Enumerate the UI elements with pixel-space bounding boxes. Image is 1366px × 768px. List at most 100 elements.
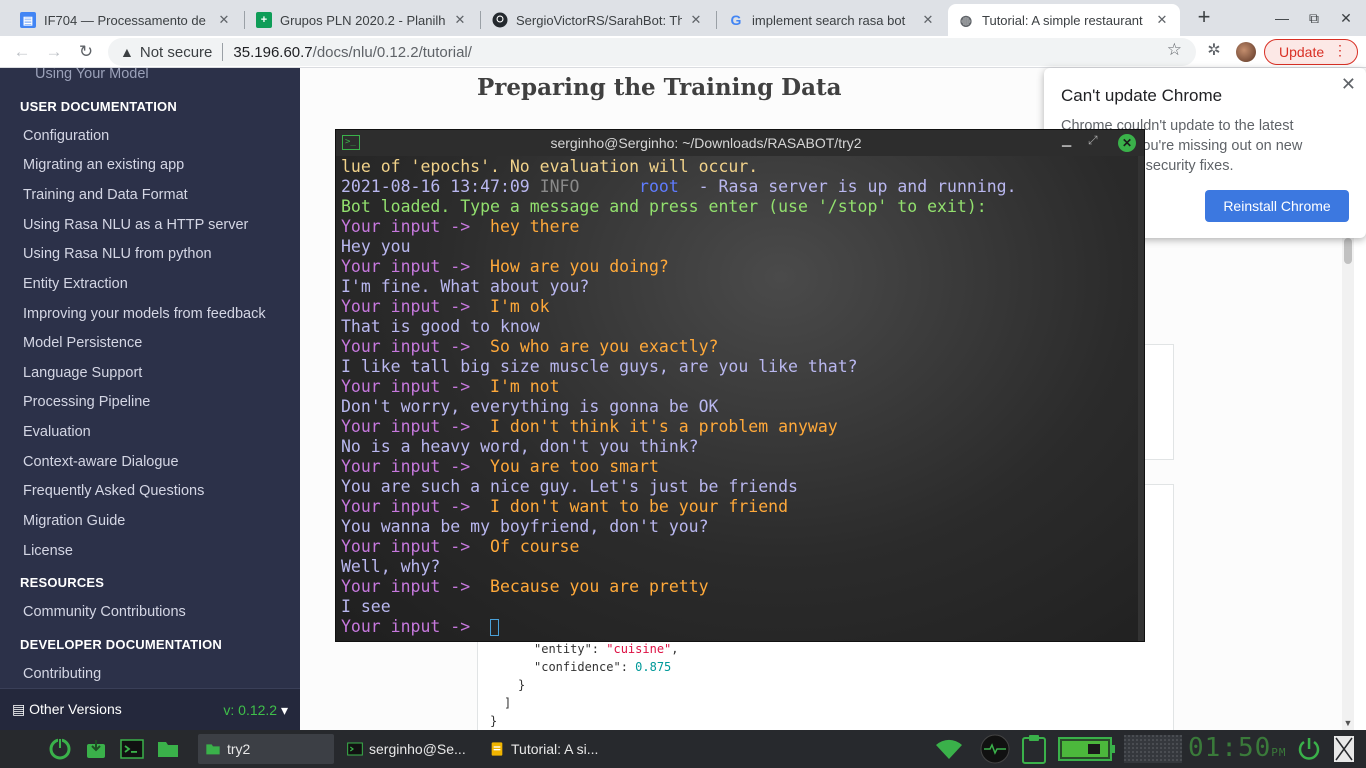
terminal-launcher-icon[interactable] (120, 737, 144, 761)
update-label: Update (1279, 44, 1325, 60)
bookmark-star-icon[interactable]: ☆ (1167, 40, 1182, 60)
taskbar-task-terminal[interactable]: serginho@Se... (340, 734, 476, 764)
user-message: You are too smart (490, 457, 659, 476)
terminal-user-line: Your input -> I don't want to be your fr… (341, 497, 788, 516)
sidebar-item-language-support[interactable]: Language Support (23, 365, 142, 381)
user-message: I don't think it's a problem anyway (490, 417, 838, 436)
sidebar-item-context-aware-dialogue[interactable]: Context-aware Dialogue (23, 454, 179, 470)
browser-tab-5-active[interactable]: ◍ Tutorial: A simple restaurant ✕ (948, 4, 1180, 36)
terminal-maximize-button[interactable]: ⤢ (1088, 133, 1098, 148)
browser-tab-2[interactable]: + Grupos PLN 2020.2 - Planilha ✕ (246, 4, 478, 36)
sidebar-item-processing-pipeline[interactable]: Processing Pipeline (23, 394, 150, 410)
prompt: Your input -> (341, 417, 471, 436)
window-close-button[interactable]: ✕ (1334, 6, 1358, 30)
task-label: try2 (227, 741, 251, 757)
minimize-button[interactable]: — (1270, 6, 1294, 30)
terminal-close-button[interactable]: ✕ (1118, 134, 1136, 152)
sidebar-item-using-your-model[interactable]: Using Your Model (35, 68, 149, 82)
app-menu-icon[interactable] (48, 737, 72, 761)
sidebar-item-contributing[interactable]: Contributing (23, 666, 101, 682)
sidebar-item-feedback[interactable]: Improving your models from feedback (23, 306, 266, 322)
terminal-bot-line: Hey you (341, 237, 411, 256)
power-icon[interactable] (1296, 736, 1322, 762)
terminal-bot-line: Don't worry, everything is gonna be OK (341, 397, 719, 416)
address-bar[interactable]: ▲ Not secure 35.196.60.7/docs/nlu/0.12.2… (108, 38, 1196, 66)
prompt: Your input -> (341, 537, 471, 556)
sidebar-item-migration-guide[interactable]: Migration Guide (23, 513, 125, 529)
scrollbar-thumb[interactable] (1344, 238, 1352, 264)
close-icon[interactable]: ✕ (452, 12, 468, 28)
popup-close-icon[interactable]: ✕ (1341, 74, 1356, 95)
url-path[interactable]: /docs/nlu/0.12.2/tutorial/ (313, 44, 472, 61)
forward-button[interactable]: → (42, 40, 66, 64)
sidebar-item-community-contributions[interactable]: Community Contributions (23, 604, 186, 620)
prompt: Your input -> (341, 337, 471, 356)
wifi-icon[interactable] (934, 737, 964, 761)
terminal-line-bot-loaded: Bot loaded. Type a message and press ent… (341, 197, 987, 216)
versions-bar[interactable]: ▤ Other Versions v: 0.12.2 ▾ (0, 688, 300, 730)
url-host[interactable]: 35.196.60.7 (233, 44, 312, 61)
file-manager-icon[interactable] (156, 737, 180, 761)
not-secure-label[interactable]: Not secure (140, 44, 213, 61)
reload-button[interactable]: ↻ (74, 40, 98, 64)
extensions-icon[interactable]: ✲ (1204, 40, 1224, 60)
task-label: Tutorial: A si... (511, 741, 599, 757)
terminal-window[interactable]: >_ serginho@Serginho: ~/Downloads/RASABO… (335, 129, 1145, 642)
close-icon[interactable]: ✕ (1154, 12, 1170, 28)
terminal-minimize-button[interactable]: ▁ (1062, 133, 1071, 147)
new-tab-button[interactable]: + (1192, 6, 1216, 30)
terminal-titlebar[interactable]: >_ serginho@Serginho: ~/Downloads/RASABO… (336, 130, 1144, 156)
folder-icon (206, 744, 220, 755)
tab-title: Grupos PLN 2020.2 - Planilha (280, 12, 446, 28)
avatar[interactable] (1236, 42, 1256, 62)
sidebar-item-entity-extraction[interactable]: Entity Extraction (23, 276, 128, 292)
terminal-output[interactable]: lue of 'epochs'. No evaluation will occu… (336, 156, 1144, 641)
scroll-down-icon[interactable]: ▼ (1342, 718, 1354, 728)
sidebar-item-model-persistence[interactable]: Model Persistence (23, 335, 142, 351)
back-button[interactable]: ← (10, 40, 34, 64)
version-selector[interactable]: v: 0.12.2 ▾ (223, 702, 288, 719)
terminal-user-line: Your input -> I don't think it's a probl… (341, 417, 838, 436)
reinstall-chrome-button[interactable]: Reinstall Chrome (1205, 190, 1349, 222)
update-button[interactable]: Update ⋮ (1264, 39, 1358, 65)
battery-icon[interactable] (1058, 735, 1116, 763)
show-desktop-icon[interactable] (1332, 734, 1356, 764)
sidebar-item-evaluation[interactable]: Evaluation (23, 424, 91, 440)
clock[interactable]: 01:50PM (1188, 733, 1287, 763)
sidebar-item-migrating[interactable]: Migrating an existing app (23, 157, 184, 173)
browser-tab-1[interactable]: ▤ IF704 — Processamento de ✕ (10, 4, 242, 36)
version-label: v: 0.12.2 (223, 702, 278, 718)
terminal-user-line: Your input -> hey there (341, 217, 579, 236)
user-message: I'm ok (490, 297, 550, 316)
other-versions-label: ▤ Other Versions (12, 701, 122, 718)
terminal-user-line: Your input -> So who are you exactly? (341, 337, 719, 356)
close-icon[interactable]: ✕ (216, 12, 232, 28)
package-manager-icon[interactable] (84, 737, 108, 761)
terminal-line-epochs: lue of 'epochs'. No evaluation will occu… (341, 157, 759, 176)
sidebar-item-from-python[interactable]: Using Rasa NLU from python (23, 246, 212, 262)
browser-tab-4[interactable]: G implement search rasa bot ✕ (718, 4, 946, 36)
terminal-input-line[interactable]: Your input -> (341, 617, 500, 636)
sidebar-item-faq[interactable]: Frequently Asked Questions (23, 483, 204, 499)
sidebar-item-training-data-format[interactable]: Training and Data Format (23, 187, 188, 203)
workspace-switcher-icon[interactable] (1124, 735, 1182, 763)
clock-time: 01:50 (1188, 733, 1272, 763)
sidebar-item-configuration[interactable]: Configuration (23, 128, 109, 144)
system-monitor-icon[interactable] (980, 734, 1010, 764)
terminal-scrollbar[interactable] (1138, 156, 1144, 641)
sidebar-item-http-server[interactable]: Using Rasa NLU as a HTTP server (23, 217, 248, 233)
book-icon: ▤ (12, 701, 30, 717)
browser-toolbar: ← → ↻ ▲ Not secure 35.196.60.7/docs/nlu/… (0, 36, 1366, 68)
restore-button[interactable]: ⧉ (1302, 6, 1326, 30)
warning-icon[interactable]: ▲ (120, 44, 134, 60)
taskbar-task-files[interactable]: try2 (198, 734, 334, 764)
other-versions-text: Other Versions (29, 701, 122, 717)
browser-tab-3[interactable]: SergioVictorRS/SarahBot: Th ✕ (482, 4, 714, 36)
taskbar-task-browser[interactable]: Tutorial: A si... (482, 734, 618, 764)
close-icon[interactable]: ✕ (920, 12, 936, 28)
close-icon[interactable]: ✕ (688, 12, 704, 28)
clipboard-icon[interactable] (1020, 734, 1048, 764)
user-message: Of course (490, 537, 580, 556)
prompt: Your input -> (341, 617, 471, 636)
sidebar-item-license[interactable]: License (23, 543, 73, 559)
